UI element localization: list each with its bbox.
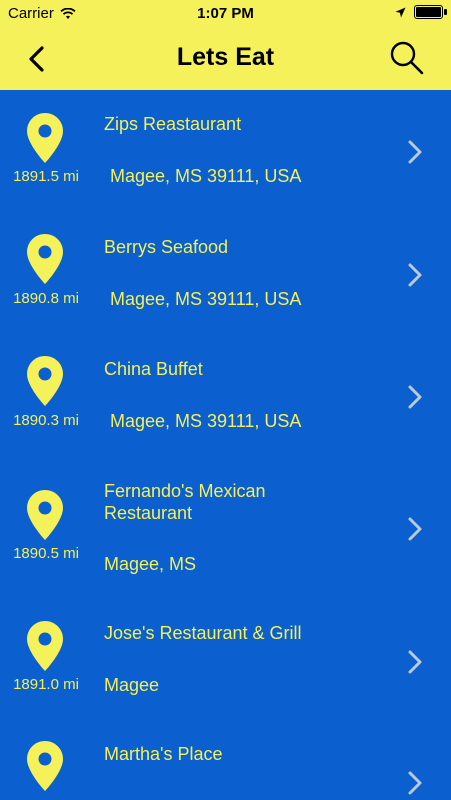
chevron-right-icon [408,140,422,164]
restaurant-address: Magee, MS 39111, USA [110,289,302,309]
map-pin-icon [27,356,63,406]
map-pin-icon [27,234,63,284]
distance-label: 1890.5 mi [13,545,79,562]
status-bar: Carrier 1:07 PM [0,0,451,28]
restaurant-name: Zips Reastaurant [104,114,242,134]
restaurant-address: Magee [104,675,160,695]
status-time: 1:07 PM [197,5,254,22]
battery-icon [414,5,447,19]
restaurant-address: Magee, MS 39111, USA [110,166,302,186]
chevron-right-icon [408,771,422,795]
battery-level [416,7,441,17]
chevron-right-icon [408,650,422,674]
restaurant-row[interactable]: Martha's Place [0,717,451,800]
restaurant-name: Fernando's Mexican Restaurant [104,481,266,523]
restaurant-name: Jose's Restaurant & Grill [104,623,302,643]
navigation-bar: Lets Eat [0,28,451,90]
restaurant-row[interactable]: 1891.5 mi Zips Reastaurant Magee, MS 391… [0,90,451,211]
distance-label: 1891.0 mi [13,676,79,693]
restaurant-row[interactable]: 1891.0 mi Jose's Restaurant & Grill Mage… [0,597,451,717]
map-pin-icon [27,741,63,791]
status-right [395,5,447,19]
map-pin-icon [27,113,63,163]
restaurant-address: Magee, MS 39111, USA [110,411,302,431]
chevron-right-icon [408,263,422,287]
search-icon[interactable] [389,40,425,76]
map-pin-icon [27,621,63,671]
location-arrow-icon [395,7,406,17]
distance-label: 1890.3 mi [13,412,79,429]
map-pin-icon [27,490,63,540]
page-title: Lets Eat [176,43,275,71]
restaurant-name: Martha's Place [104,744,223,764]
restaurant-row[interactable]: 1890.8 mi Berrys Seafood Magee, MS 39111… [0,211,451,333]
distance-label: 1891.5 mi [13,168,79,185]
restaurant-name: China Buffet [104,359,203,379]
restaurant-row[interactable]: 1890.3 mi China Buffet Magee, MS 39111, … [0,333,451,455]
distance-label: 1890.8 mi [13,290,79,307]
chevron-right-icon [408,385,422,409]
restaurant-row[interactable]: 1890.5 mi Fernando's Mexican Restaurant … [0,455,451,597]
restaurant-list: 1891.5 mi Zips Reastaurant Magee, MS 391… [0,90,451,800]
restaurant-name: Berrys Seafood [104,237,229,257]
restaurant-address: Magee, MS [104,554,197,574]
chevron-right-icon [408,517,422,541]
